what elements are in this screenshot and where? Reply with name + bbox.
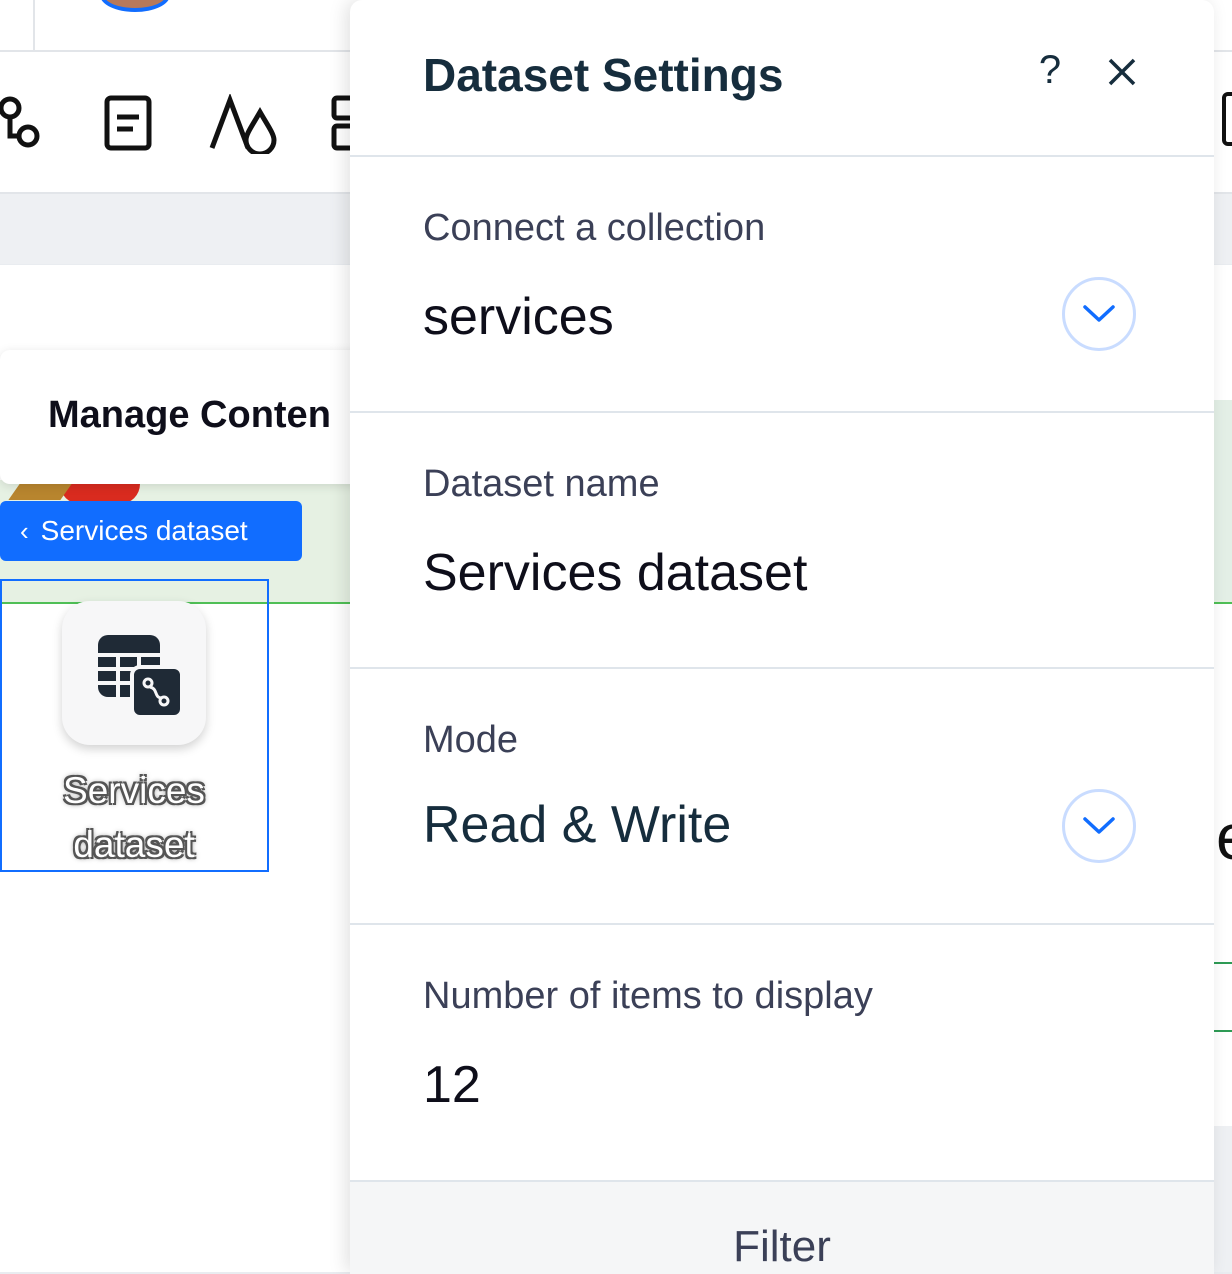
element-breadcrumb[interactable]: ‹ Services dataset bbox=[0, 501, 302, 561]
user-avatar[interactable] bbox=[100, 0, 170, 12]
mode-section: Mode Read & Write bbox=[350, 669, 1214, 925]
collection-dropdown-button[interactable] bbox=[1062, 277, 1136, 351]
breadcrumb-label: Services dataset bbox=[40, 515, 248, 546]
mode-value[interactable]: Read & Write bbox=[423, 795, 731, 855]
chevron-down-icon bbox=[1083, 817, 1115, 834]
dataset-icon bbox=[98, 635, 184, 719]
toolbar-edge-icon[interactable] bbox=[1222, 92, 1232, 146]
page-icon[interactable] bbox=[103, 94, 153, 152]
collection-section: Connect a collection services bbox=[350, 157, 1214, 413]
collection-value[interactable]: services bbox=[423, 287, 614, 347]
canvas-edge-line bbox=[1214, 962, 1232, 964]
connect-nodes-icon[interactable] bbox=[0, 94, 46, 154]
dataset-name-section: Dataset name Services dataset bbox=[350, 413, 1214, 669]
dataset-settings-panel: Dataset Settings ? Connect a collection … bbox=[350, 0, 1214, 1274]
items-label: Number of items to display bbox=[423, 975, 873, 1017]
close-icon[interactable] bbox=[1102, 52, 1142, 92]
items-input[interactable]: 12 bbox=[423, 1055, 481, 1115]
filter-section[interactable]: Filter bbox=[350, 1180, 1214, 1274]
canvas-edge-band bbox=[1214, 400, 1232, 600]
mode-dropdown-button[interactable] bbox=[1062, 789, 1136, 863]
chevron-left-icon: ‹ bbox=[20, 515, 29, 546]
canvas-edge-line bbox=[1214, 1030, 1232, 1032]
dataset-element-label: Services dataset bbox=[0, 764, 268, 872]
top-bar-divider bbox=[33, 0, 35, 50]
manage-content-title: Manage Conten bbox=[48, 394, 331, 436]
collection-label: Connect a collection bbox=[423, 207, 766, 249]
canvas-edge-text: e bbox=[1216, 800, 1232, 874]
dataset-label-line: dataset bbox=[73, 824, 195, 865]
canvas-edge-block bbox=[1214, 1126, 1232, 1272]
panel-title: Dataset Settings bbox=[423, 49, 784, 101]
dataset-element[interactable] bbox=[62, 601, 206, 745]
filter-label: Filter bbox=[733, 1222, 831, 1271]
items-section: Number of items to display 12 bbox=[350, 925, 1214, 1180]
text-theme-icon[interactable] bbox=[208, 94, 280, 154]
dataset-name-label: Dataset name bbox=[423, 463, 660, 505]
dataset-name-input[interactable]: Services dataset bbox=[423, 543, 807, 603]
dataset-label-line: Services bbox=[63, 770, 205, 811]
panel-header: Dataset Settings ? bbox=[350, 0, 1214, 157]
manage-content-card[interactable]: Manage Conten bbox=[0, 350, 380, 484]
mode-label: Mode bbox=[423, 719, 519, 761]
chevron-down-icon bbox=[1083, 305, 1115, 322]
help-button[interactable]: ? bbox=[1030, 48, 1070, 93]
